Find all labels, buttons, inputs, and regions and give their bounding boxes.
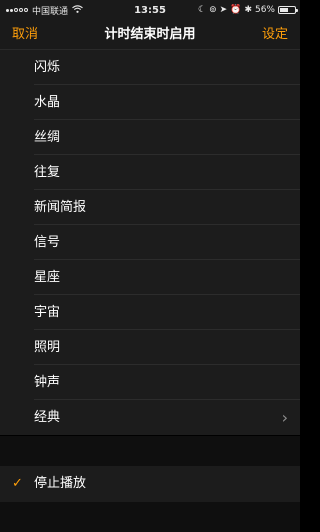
bluetooth-icon: ✱ [244, 5, 252, 15]
list-item-label: 水晶 [34, 95, 61, 110]
list-item-label: 丝绸 [34, 130, 61, 145]
list-item-label: 信号 [34, 235, 61, 250]
list-item-sound[interactable]: 信号 [0, 225, 300, 260]
set-button[interactable]: 设定 [262, 20, 288, 50]
wifi-icon [72, 4, 83, 16]
status-bar: 中国联通 13:55 ☾ ⊚ ➤ ⏰ ✱ 56% [0, 0, 300, 20]
navigation-bar: 取消 计时结束时启用 设定 [0, 20, 300, 50]
list-item-label: 钟声 [34, 375, 61, 390]
list-item-sound[interactable]: 照明 [0, 330, 300, 365]
status-left: 中国联通 [0, 4, 116, 17]
list-item-label: 往复 [34, 165, 61, 180]
sound-list: 闪烁 水晶 丝绸 往复 新闻简报 信号 星座 宇宙 照明 钟声 经典 › [0, 50, 300, 435]
stop-playing-label: 停止播放 [34, 476, 87, 491]
list-item-label: 星座 [34, 270, 61, 285]
moon-icon: ☾ [198, 5, 207, 15]
list-item-sound[interactable]: 钟声 [0, 365, 300, 400]
signal-strength-icon [6, 8, 28, 12]
battery-icon [278, 6, 298, 14]
page-title: 计时结束时启用 [104, 27, 196, 42]
list-item-sound[interactable]: 往复 [0, 155, 300, 190]
alarm-icon: ⏰ [230, 5, 242, 15]
lock-rotation-icon: ⊚ [209, 5, 217, 15]
list-item-label: 新闻简报 [34, 200, 87, 215]
battery-fill [280, 8, 288, 12]
list-item-label: 闪烁 [34, 60, 61, 75]
list-item-label: 经典 [34, 410, 61, 425]
carrier-label: 中国联通 [32, 6, 69, 17]
battery-percent: 56% [254, 5, 275, 15]
chevron-right-icon: › [281, 408, 288, 427]
list-item-label: 照明 [34, 340, 61, 355]
bottom-background [0, 502, 300, 532]
checkmark-icon: ✓ [12, 476, 23, 491]
list-item-sound[interactable]: 水晶 [0, 85, 300, 120]
location-icon: ➤ [219, 5, 228, 15]
section-separator [0, 436, 300, 466]
list-item-sound[interactable]: 星座 [0, 260, 300, 295]
list-item-sound[interactable]: 丝绸 [0, 120, 300, 155]
list-item-sound[interactable]: 新闻简报 [0, 190, 300, 225]
stop-playing-row[interactable]: ✓ 停止播放 [0, 466, 300, 502]
list-item-classic[interactable]: 经典 › [0, 400, 300, 435]
list-item-label: 宇宙 [34, 305, 61, 320]
list-item-sound[interactable]: 闪烁 [0, 50, 300, 85]
list-item-sound[interactable]: 宇宙 [0, 295, 300, 330]
status-right: ☾ ⊚ ➤ ⏰ ✱ 56% [198, 0, 298, 20]
